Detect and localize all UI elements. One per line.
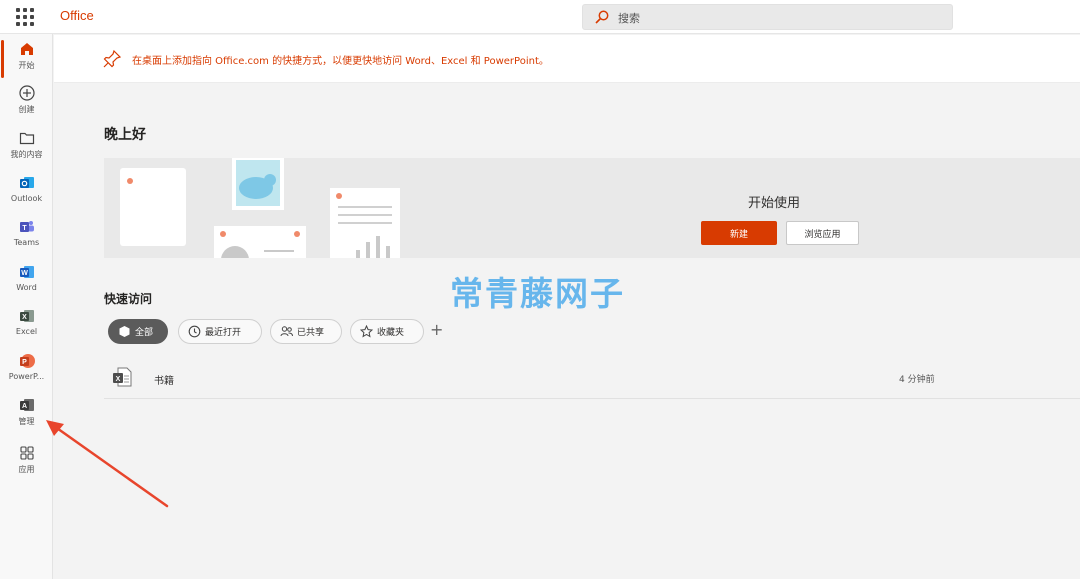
watermark-text: 常青藤网子: [450, 274, 625, 313]
sidebar-item-label: 创建: [18, 105, 35, 114]
browse-apps-button[interactable]: 浏览应用: [786, 221, 859, 245]
plus-circle-icon: [18, 85, 35, 101]
sidebar-item-word[interactable]: W Word: [0, 263, 53, 303]
sidebar-item-label: Excel: [15, 327, 38, 336]
new-button[interactable]: 新建: [701, 221, 777, 245]
annotation-arrow-icon: [46, 420, 169, 508]
sidebar-item-label: Teams: [13, 238, 40, 247]
sidebar-item-label: 开始: [18, 61, 35, 70]
clock-icon: [188, 325, 201, 338]
home-icon: [20, 43, 33, 55]
sidebar-item-create[interactable]: 创建: [0, 84, 53, 124]
powerpoint-icon: P: [19, 354, 35, 368]
filter-label: 已共享: [297, 328, 325, 338]
hero-illustration: [120, 158, 400, 258]
sidebar-item-home[interactable]: 开始: [0, 40, 53, 80]
svg-text:P: P: [22, 359, 27, 366]
get-started-hero: 开始使用 新建 浏览应用: [104, 158, 1080, 258]
sidebar-item-teams[interactable]: T Teams: [0, 218, 53, 258]
file-name[interactable]: 书籍: [154, 372, 174, 387]
sidebar-item-powerpoint[interactable]: P PowerP...: [0, 352, 53, 392]
svg-text:X: X: [116, 376, 121, 383]
sidebar-item-label: Outlook: [10, 194, 43, 203]
banner-text: 在桌面上添加指向 Office.com 的快捷方式，以便更快地访问 Word、E…: [132, 56, 549, 67]
filter-recent[interactable]: 最近打开: [178, 319, 262, 344]
svg-text:X: X: [22, 314, 27, 321]
table-row[interactable]: X 书籍 4 分钟前: [104, 363, 1080, 399]
sidebar-item-my-content[interactable]: 我的内容: [0, 129, 53, 169]
search-icon: [595, 10, 609, 24]
folder-icon: [19, 132, 34, 145]
app-launcher-icon[interactable]: [16, 8, 34, 26]
filter-all[interactable]: 全部: [108, 319, 168, 344]
sidebar-item-label: PowerP...: [8, 372, 45, 381]
cube-icon: [119, 326, 130, 337]
excel-icon: X: [19, 310, 34, 322]
search-placeholder: 搜索: [618, 12, 640, 25]
file-modified-time: 4 分钟前: [899, 375, 935, 385]
filter-label: 全部: [135, 328, 154, 338]
search-input[interactable]: 搜索: [582, 4, 953, 30]
shortcut-banner: 在桌面上添加指向 Office.com 的快捷方式，以便更快地访问 Word、E…: [54, 35, 1080, 83]
hero-title: 开始使用: [748, 196, 801, 211]
svg-text:T: T: [22, 225, 27, 232]
pin-icon: [103, 49, 122, 68]
filter-shared[interactable]: 已共享: [270, 319, 342, 344]
apps-icon: [19, 446, 34, 460]
excel-file-icon: X: [113, 367, 132, 387]
quick-access-title: 快速访问: [104, 292, 153, 306]
word-icon: W: [19, 266, 34, 278]
filter-favorites[interactable]: 收藏夹: [350, 319, 424, 344]
svg-text:W: W: [21, 270, 28, 277]
star-icon: [360, 325, 373, 338]
outlook-icon: [19, 177, 34, 188]
greeting-title: 晚上好: [104, 127, 146, 143]
filter-label: 收藏夹: [377, 328, 405, 338]
people-icon: [280, 326, 293, 337]
sidebar-item-outlook[interactable]: Outlook: [0, 174, 53, 214]
sidebar-item-label: 我的内容: [10, 150, 43, 159]
sidebar-item-excel[interactable]: X Excel: [0, 307, 53, 347]
svg-text:A: A: [21, 403, 26, 410]
brand-logo[interactable]: Office: [60, 8, 94, 23]
add-filter-button[interactable]: +: [430, 320, 443, 339]
filter-label: 最近打开: [205, 328, 242, 338]
top-bar: Office 搜索: [0, 0, 1080, 34]
teams-icon: T: [19, 221, 34, 232]
sidebar-item-label: Word: [16, 283, 37, 292]
admin-icon: A: [19, 399, 34, 411]
